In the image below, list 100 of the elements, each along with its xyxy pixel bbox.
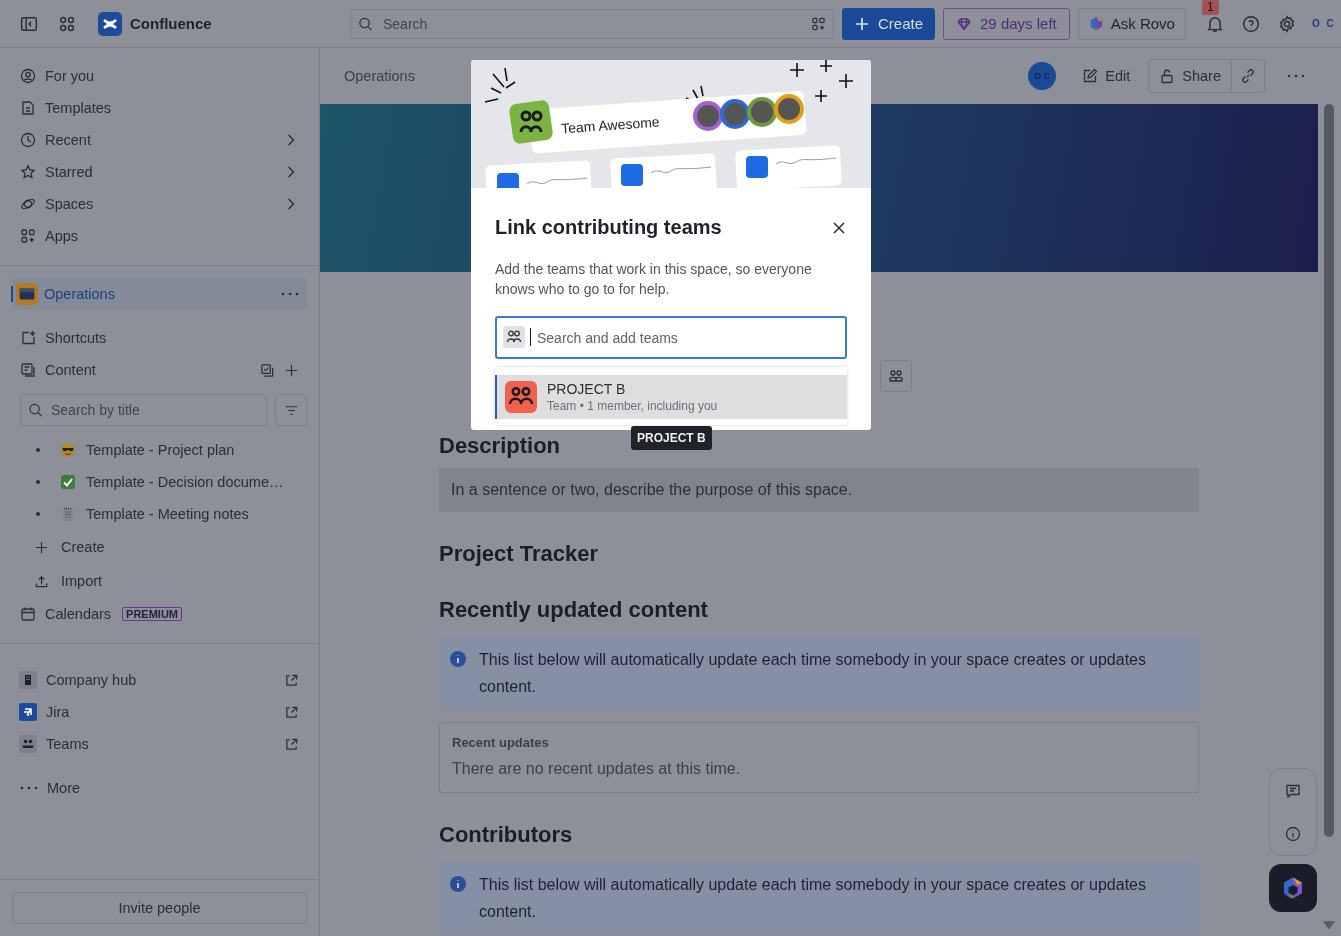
team-meta: Team • 1 member, including you	[547, 399, 718, 413]
nav-item[interactable]: Spaces	[12, 188, 307, 220]
external-link-icon	[284, 736, 299, 752]
section-heading: Project Tracker	[439, 540, 598, 568]
team-option[interactable]: PROJECT B Team • 1 member, including you	[495, 375, 847, 419]
trial-button[interactable]: 29 days left	[943, 7, 1070, 40]
nav-item[interactable]: Recent	[12, 124, 307, 156]
people-icon	[503, 326, 525, 348]
card-text: There are no recent updates at this time.	[452, 760, 742, 778]
page-item[interactable]: Template - Decision docume…	[26, 466, 307, 498]
search-icon	[358, 16, 373, 31]
edit-button[interactable]: Edit	[1072, 60, 1141, 92]
star-icon	[20, 164, 36, 180]
product-name[interactable]: Confluence	[130, 15, 212, 32]
logo-icon[interactable]	[98, 11, 122, 36]
section-heading: Recently updated content	[439, 596, 708, 624]
person-icon	[20, 68, 36, 84]
page-action[interactable]: Import	[26, 564, 307, 598]
notepad-icon	[60, 506, 76, 522]
space-item[interactable]: Operations	[12, 278, 307, 310]
external-link-icon	[284, 672, 299, 688]
people-icon	[505, 381, 537, 413]
nav-item[interactable]: Templates	[12, 92, 307, 124]
more-item[interactable]: More	[12, 772, 307, 804]
card-title: Recent updates	[452, 735, 550, 750]
title-search-field[interactable]: Search by title	[20, 394, 267, 426]
profile-avatar[interactable]: O C	[1311, 18, 1336, 29]
premium-badge: PREMIUM	[122, 607, 183, 621]
ask-rovo-button[interactable]: Ask Rovo	[1077, 7, 1186, 40]
app-link[interactable]: Teams	[12, 728, 307, 760]
rovo-button[interactable]	[1269, 864, 1317, 912]
team-search-field[interactable]: Search and add teams	[495, 316, 847, 359]
checkbox-icon[interactable]	[260, 362, 275, 378]
space-icon	[16, 283, 38, 305]
pencil-icon	[1082, 68, 1099, 84]
link-icon	[1240, 68, 1256, 84]
tooltip: PROJECT B	[631, 426, 712, 450]
search-field[interactable]: Search	[350, 8, 834, 39]
create-button[interactable]: Create	[842, 7, 936, 40]
arrows-app-icon	[19, 703, 37, 721]
upload-icon	[34, 573, 49, 589]
text-cursor	[530, 328, 531, 346]
nav-item[interactable]: Starred	[12, 156, 307, 188]
app-link[interactable]: Jira	[12, 696, 307, 728]
team-name: PROJECT B	[547, 381, 627, 397]
diamond-icon	[956, 15, 973, 32]
plus-icon	[854, 15, 870, 32]
space-nav-item[interactable]: Content	[12, 354, 307, 386]
nav-item[interactable]: For you	[12, 60, 307, 92]
shortcut-icon	[20, 330, 36, 346]
calendars-label: Calendars	[45, 606, 112, 622]
notification-count: 1	[1201, 0, 1219, 15]
more-icon	[20, 786, 38, 790]
document-icon	[20, 100, 36, 116]
description-placeholder[interactable]: In a sentence or two, describe the purpose of this space.	[439, 468, 1199, 512]
more-options-icon[interactable]	[1287, 74, 1305, 78]
settings-icon[interactable]	[1277, 14, 1296, 33]
help-icon[interactable]	[1241, 14, 1260, 33]
info-text: This list below will automatically update each time somebody in your space creates or updates content.	[479, 650, 1147, 697]
hexagon-icon	[1088, 16, 1104, 31]
apps-icon	[20, 228, 36, 244]
chevron-icon	[287, 198, 295, 210]
section-heading: Description	[439, 432, 561, 460]
plus-icon[interactable]	[284, 362, 299, 378]
planet-icon	[20, 196, 36, 212]
nav-item[interactable]: Apps	[12, 220, 307, 252]
close-icon[interactable]	[831, 219, 847, 236]
chevron-icon	[287, 134, 295, 146]
team-name-label: Team Awesome	[560, 113, 660, 137]
sidebar-toggle-icon[interactable]	[20, 14, 38, 33]
app-link[interactable]: Company hub	[12, 664, 307, 696]
chevron-icon	[287, 166, 295, 178]
comment-icon[interactable]	[1285, 782, 1301, 799]
app-switcher-icon[interactable]	[58, 14, 76, 33]
invite-people-button[interactable]: Invite people	[12, 892, 307, 924]
space-nav-item[interactable]: Shortcuts	[12, 322, 307, 354]
filter-icon[interactable]	[811, 16, 826, 31]
search-icon	[28, 402, 43, 418]
lock-icon	[1159, 68, 1176, 84]
page-item[interactable]: Template - Meeting notes	[26, 498, 307, 530]
info-icon	[450, 651, 466, 667]
section-heading: Contributors	[439, 821, 573, 849]
building-icon	[19, 671, 37, 689]
hexagon-icon	[1281, 876, 1305, 900]
more-icon[interactable]	[281, 292, 299, 296]
pages-icon	[20, 362, 36, 378]
teams-button[interactable]	[880, 360, 912, 392]
notifications-icon[interactable]	[1205, 14, 1224, 33]
checkmark-icon	[60, 474, 76, 490]
people-icon	[888, 368, 904, 384]
calendars-item[interactable]: Calendars PREMIUM	[12, 598, 307, 630]
dialog-title: Link contributing teams	[495, 216, 722, 239]
sunglasses-emoji-icon	[60, 442, 76, 458]
info-text: This list below will automatically update each time somebody in your space creates or updates content.	[479, 875, 1147, 922]
people-icon	[19, 735, 37, 753]
page-item[interactable]: Template - Project plan	[26, 434, 307, 466]
page-action[interactable]: Create	[26, 530, 307, 564]
info-icon[interactable]	[1285, 825, 1301, 842]
external-link-icon	[284, 704, 299, 720]
clock-icon	[20, 132, 36, 148]
